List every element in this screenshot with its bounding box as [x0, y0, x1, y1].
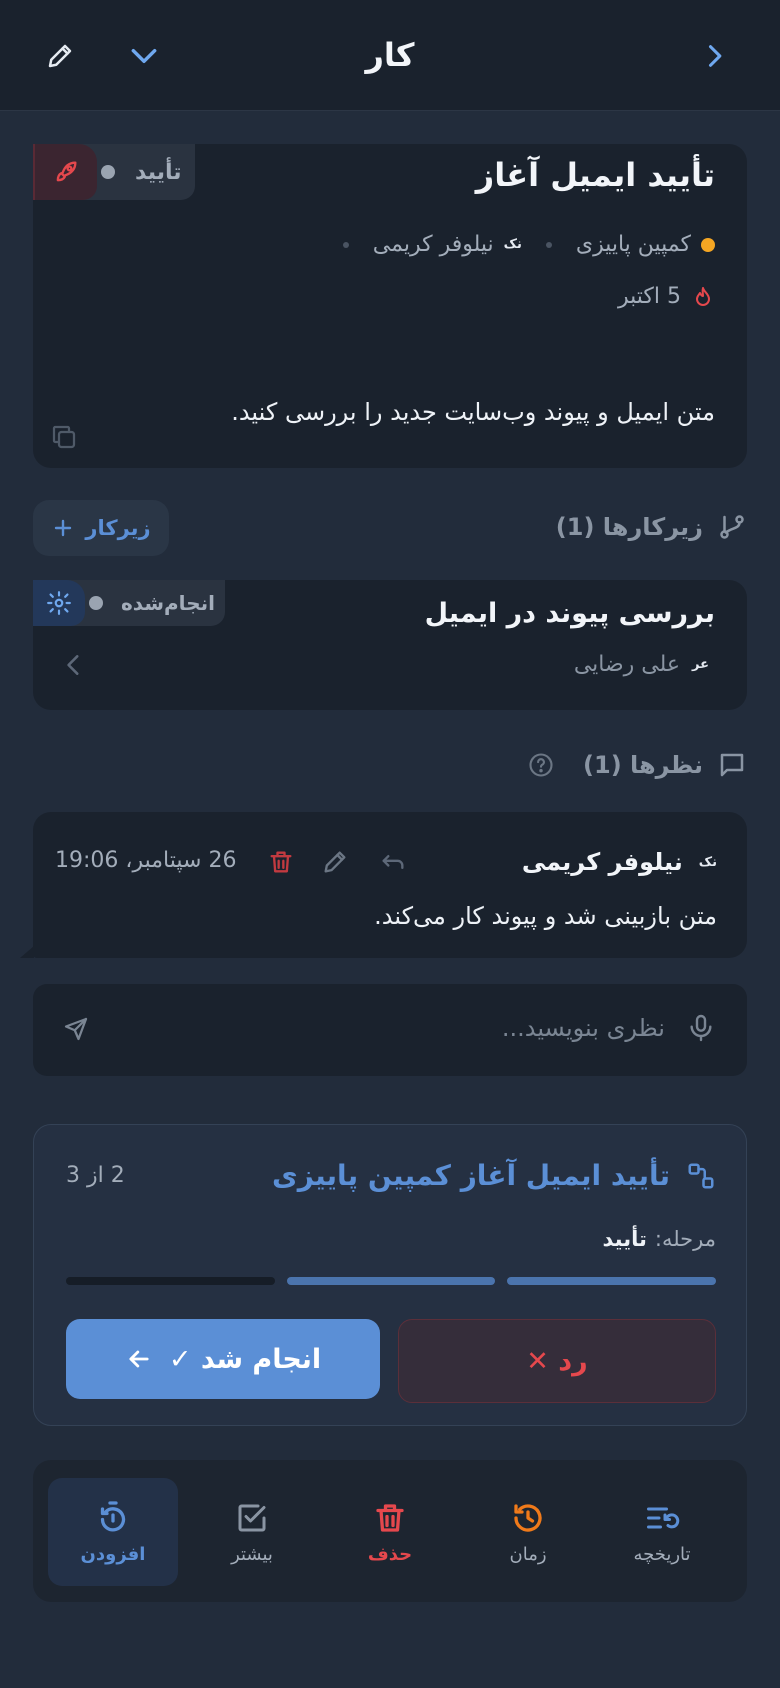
stage-label: مرحله:	[654, 1227, 716, 1251]
send-icon	[64, 1017, 88, 1041]
workflow-icon	[688, 1163, 714, 1188]
comment-card: نک نیلوفر کریمی 26 سپتامبر، 19:06 متن با…	[33, 812, 747, 958]
subtask-title: بررسی پیوند در ایمیل	[424, 598, 715, 629]
workflow-counter: 2 از 3	[66, 1163, 125, 1188]
comment-author-row: نک نیلوفر کریمی	[522, 848, 717, 876]
clock-history-icon	[514, 1503, 542, 1532]
subtasks-header: زیرکارها (1)	[556, 512, 747, 542]
trash-icon	[376, 1503, 404, 1532]
comment-text: متن بازبینی شد و پیوند کار می‌کند.	[374, 902, 717, 930]
subtask-assignee: عر علی رضایی	[574, 652, 709, 677]
pencil-icon	[324, 851, 346, 873]
expand-button[interactable]	[122, 34, 166, 78]
chevron-down-icon	[131, 48, 157, 64]
help-icon[interactable]	[527, 751, 555, 779]
more-label: بیشتر	[231, 1543, 273, 1565]
subtasks-heading: زیرکارها (1)	[555, 513, 703, 541]
assignee-avatar: نک	[503, 237, 522, 252]
comments-heading: نظرها (1)	[583, 751, 703, 779]
trash-icon	[270, 851, 292, 873]
page-title: کار	[365, 36, 415, 74]
mic-button[interactable]	[685, 1012, 717, 1044]
project-name[interactable]: کمپین پاییزی	[576, 232, 691, 257]
comment-author-avatar: نک	[698, 854, 717, 870]
subtask-assignee-avatar: عر	[692, 657, 709, 672]
add-subtask-label: زیرکار	[85, 516, 151, 540]
fire-icon	[696, 286, 710, 306]
workflow-card: تأیید ایمیل آغاز کمپین پاییزی 2 از 3 مرح…	[33, 1124, 747, 1426]
subtask-status-icon-box	[33, 580, 85, 626]
done-button[interactable]: انجام شد ✓	[66, 1319, 380, 1399]
delete-button[interactable]: حذف	[325, 1478, 455, 1586]
comment-input-box[interactable]: نظری بنویسید...	[33, 984, 747, 1076]
rocket-icon	[56, 161, 77, 182]
workflow-title-row: تأیید ایمیل آغاز کمپین پاییزی	[272, 1159, 716, 1192]
assignee-name[interactable]: نیلوفر کریمی	[373, 232, 494, 257]
add-label: افزودن	[80, 1543, 146, 1565]
comment-input[interactable]: نظری بنویسید...	[502, 1014, 665, 1042]
status-label: تأیید	[135, 159, 182, 185]
delete-label: حذف	[367, 1543, 413, 1565]
app-header: کار	[0, 0, 780, 111]
delete-comment-button[interactable]	[267, 848, 295, 876]
progress-step	[286, 1277, 496, 1285]
task-card: تأیید ایمیل آغاز تأیید کمپین پاییزی نک ن…	[33, 144, 747, 468]
time-button[interactable]: زمان	[463, 1478, 593, 1586]
add-subtask-button[interactable]: زیرکار	[33, 500, 169, 556]
status-icon-box	[33, 144, 97, 200]
subtask-status-badge[interactable]: انجام‌شده	[33, 580, 225, 626]
gear-icon	[47, 591, 71, 615]
time-label: زمان	[509, 1543, 547, 1565]
history-button[interactable]: تاریخچه	[597, 1478, 727, 1586]
subtask-card[interactable]: بررسی پیوند در ایمیل انجام‌شده عر علی رض…	[33, 580, 747, 710]
reply-button[interactable]	[379, 848, 407, 876]
workflow-stage: مرحله: تأیید	[603, 1227, 716, 1251]
comment-bubble-tail	[20, 946, 34, 958]
due-date-text: 5 اکتبر	[618, 284, 681, 309]
workflow-title: تأیید ایمیل آغاز کمپین پاییزی	[272, 1159, 670, 1192]
more-button[interactable]: بیشتر	[187, 1478, 317, 1586]
history-list-icon	[647, 1507, 680, 1528]
comment-author: نیلوفر کریمی	[521, 848, 683, 876]
subtask-assignee-name: علی رضایی	[573, 652, 681, 677]
status-dot	[101, 165, 115, 179]
chevron-left-icon	[67, 655, 79, 675]
workflow-progress	[65, 1277, 716, 1285]
task-description: متن ایمیل و پیوند وب‌سایت جدید را بررسی …	[231, 398, 715, 426]
progress-step	[507, 1277, 716, 1285]
meta-separator	[545, 241, 552, 248]
subtask-status-dot	[89, 596, 103, 610]
meta-separator	[342, 241, 349, 248]
edit-button[interactable]	[38, 34, 82, 78]
comment-timestamp: 26 سپتامبر، 19:06	[55, 848, 237, 873]
due-date[interactable]: 5 اکتبر	[618, 284, 715, 309]
reply-icon	[382, 855, 404, 869]
reject-button[interactable]: رد ✕	[398, 1319, 716, 1403]
task-meta-row: کمپین پاییزی نک نیلوفر کریمی	[329, 232, 715, 257]
subtask-status-label: انجام‌شده	[121, 591, 215, 615]
branch-icon	[720, 515, 744, 539]
done-button-label: انجام شد ✓	[168, 1343, 322, 1375]
status-badge[interactable]: تأیید	[33, 144, 196, 200]
history-label: تاریخچه	[633, 1543, 691, 1565]
task-title: تأیید ایمیل آغاز	[475, 156, 715, 194]
copy-icon	[52, 425, 76, 449]
comments-header: نظرها (1)	[527, 750, 747, 780]
checkbox-icon	[238, 1504, 266, 1531]
stage-value: تأیید	[602, 1227, 647, 1251]
add-button[interactable]: افزودن	[48, 1478, 178, 1586]
subtask-open-button[interactable]	[61, 652, 87, 678]
arrow-left-icon	[129, 1350, 149, 1368]
edit-comment-button[interactable]	[321, 848, 349, 876]
comment-icon	[720, 753, 744, 777]
project-color-dot	[701, 237, 715, 252]
plus-icon	[55, 519, 72, 537]
send-button[interactable]	[61, 1014, 91, 1044]
progress-step	[65, 1277, 275, 1285]
timer-add-icon	[100, 1500, 126, 1531]
microphone-icon	[690, 1014, 712, 1042]
pencil-icon	[48, 44, 72, 68]
copy-button[interactable]	[49, 422, 79, 452]
